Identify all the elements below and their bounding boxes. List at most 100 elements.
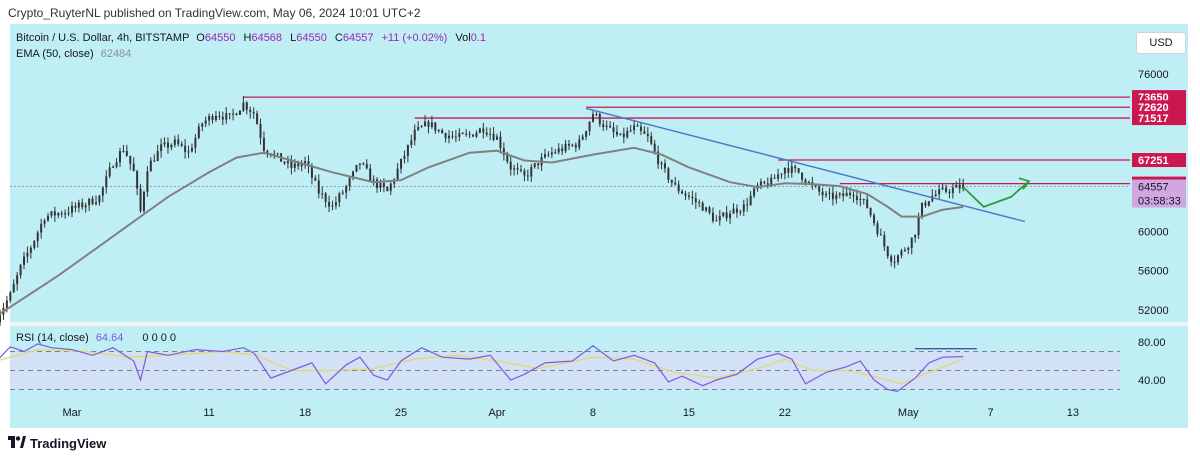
candle-body bbox=[5, 300, 8, 309]
candle-body bbox=[550, 152, 553, 155]
candle-body bbox=[636, 125, 639, 127]
candle-body bbox=[897, 255, 900, 263]
tradingview-brand: TradingView bbox=[30, 436, 107, 451]
candle-body bbox=[156, 151, 159, 162]
candle-body bbox=[149, 160, 152, 172]
candle-body bbox=[595, 114, 598, 116]
candle-body bbox=[362, 163, 365, 165]
y-tick-52000: 52000 bbox=[1138, 305, 1169, 317]
candle-body bbox=[794, 166, 797, 169]
tradingview-logo: TradingView bbox=[8, 436, 106, 451]
candle-body bbox=[513, 168, 516, 170]
candle-body bbox=[139, 188, 142, 212]
volume-label: Vol bbox=[455, 32, 471, 44]
candle-body bbox=[862, 198, 865, 200]
candle-body bbox=[825, 193, 828, 196]
candle-body bbox=[684, 193, 687, 196]
candle-body bbox=[585, 131, 588, 137]
candle-body bbox=[561, 148, 564, 152]
candle-body bbox=[574, 144, 577, 148]
candle-body bbox=[112, 166, 115, 168]
candle-body bbox=[951, 187, 954, 193]
candle-body bbox=[948, 191, 951, 193]
candle-body bbox=[482, 128, 485, 133]
candle-body bbox=[927, 201, 930, 206]
candle-body bbox=[759, 181, 762, 186]
candle-body bbox=[715, 220, 718, 222]
candle-body bbox=[321, 193, 324, 195]
candle-body bbox=[177, 139, 180, 145]
candle-body bbox=[845, 192, 848, 197]
candle-body bbox=[67, 212, 70, 214]
candle-body bbox=[122, 150, 125, 152]
candle-body bbox=[886, 246, 889, 257]
candle-body bbox=[118, 151, 121, 163]
candle-body bbox=[790, 166, 793, 173]
candle-body bbox=[194, 137, 197, 148]
candle-body bbox=[567, 143, 570, 146]
candle-body bbox=[667, 168, 670, 180]
candle-body bbox=[643, 130, 646, 134]
rsi-y-tick-40.00: 40.00 bbox=[1138, 375, 1166, 387]
candle-body bbox=[475, 132, 478, 137]
candle-body bbox=[365, 163, 368, 169]
candle-body bbox=[725, 212, 728, 219]
candle-body bbox=[777, 174, 780, 179]
x-tick-Apr: Apr bbox=[488, 407, 505, 419]
candle-body bbox=[9, 292, 12, 301]
candle-body bbox=[396, 168, 399, 180]
candle-body bbox=[153, 160, 156, 162]
candle-body bbox=[36, 232, 39, 242]
candle-body bbox=[472, 134, 475, 137]
candle-body bbox=[921, 202, 924, 218]
candle-body bbox=[677, 184, 680, 192]
candle-body bbox=[211, 115, 214, 120]
candle-body bbox=[444, 133, 447, 139]
candle-body bbox=[355, 164, 358, 172]
candle-body bbox=[718, 216, 721, 221]
candle-body bbox=[91, 198, 94, 205]
candle-body bbox=[581, 136, 584, 140]
currency-button[interactable]: USD bbox=[1136, 32, 1186, 54]
high-value: 64568 bbox=[251, 32, 283, 44]
candle-body bbox=[660, 163, 663, 165]
candle-body bbox=[547, 154, 550, 156]
candle-body bbox=[903, 249, 906, 251]
candle-body bbox=[338, 193, 341, 203]
candle-body bbox=[938, 189, 941, 195]
candle-body bbox=[403, 155, 406, 159]
x-tick-7: 7 bbox=[988, 407, 994, 419]
candle-body bbox=[917, 217, 920, 235]
candle-body bbox=[57, 213, 60, 216]
candle-body bbox=[468, 133, 471, 135]
candle-body bbox=[729, 213, 732, 219]
candle-body bbox=[204, 120, 207, 124]
candle-body bbox=[163, 142, 166, 145]
candle-body bbox=[701, 202, 704, 211]
candle-body bbox=[142, 191, 145, 212]
candle-body bbox=[615, 131, 618, 135]
candle-body bbox=[910, 237, 913, 248]
candle-body bbox=[698, 202, 701, 204]
candle-body bbox=[29, 247, 32, 253]
candle-body bbox=[160, 144, 163, 152]
candle-body bbox=[348, 178, 351, 187]
candle-body bbox=[708, 207, 711, 213]
candle-body bbox=[290, 161, 293, 168]
volume-value: 0.1 bbox=[470, 32, 486, 44]
candle-body bbox=[674, 182, 677, 185]
candle-body bbox=[955, 184, 958, 188]
candle-body bbox=[108, 167, 111, 177]
candle-body bbox=[838, 193, 841, 196]
low-value: 64550 bbox=[296, 32, 327, 44]
candle-body bbox=[19, 264, 22, 276]
candle-body bbox=[828, 192, 831, 194]
candle-body bbox=[276, 153, 279, 155]
candle-body bbox=[783, 167, 786, 174]
candle-body bbox=[341, 192, 344, 194]
y-tick-56000: 56000 bbox=[1138, 266, 1169, 278]
candle-body bbox=[687, 195, 690, 197]
candle-body bbox=[208, 115, 211, 121]
candle-body bbox=[609, 125, 612, 128]
candle-body bbox=[907, 247, 910, 250]
